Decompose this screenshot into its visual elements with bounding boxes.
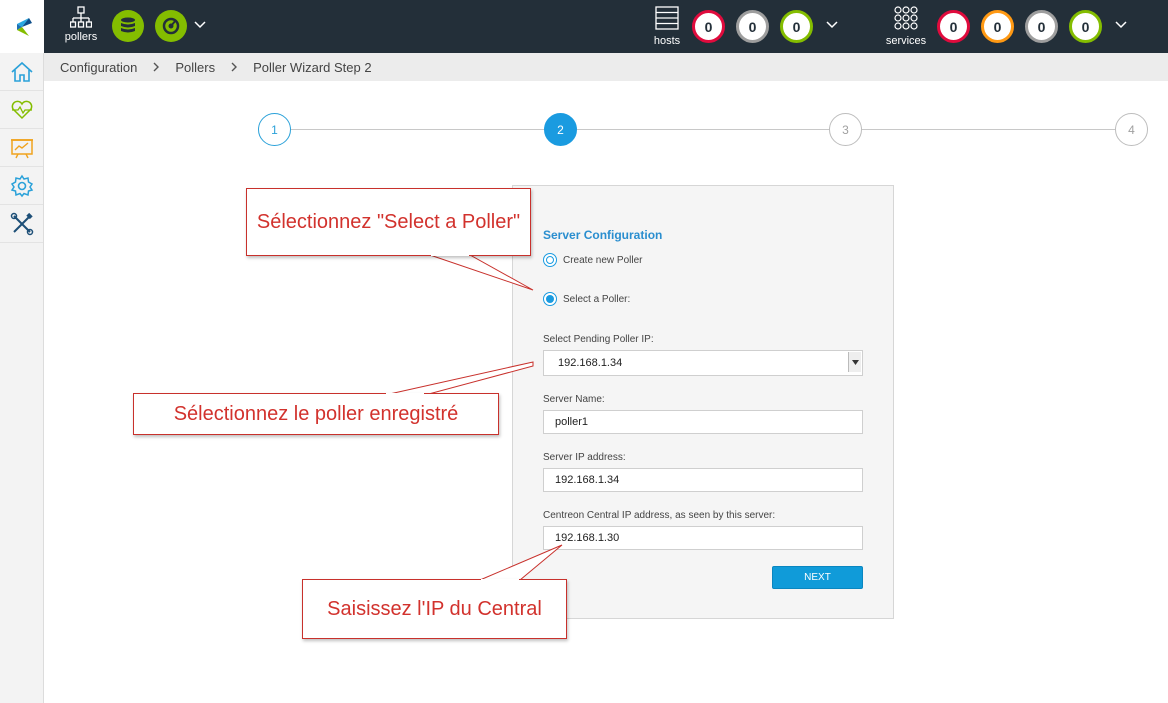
step-connector	[862, 129, 1116, 130]
reporting-icon	[10, 138, 33, 158]
pollers-label: pollers	[64, 31, 98, 43]
monitoring-icon	[11, 100, 32, 119]
radio-create-label: Create new Poller	[563, 254, 643, 266]
home-icon	[10, 61, 33, 82]
sidebar	[0, 53, 44, 703]
breadcrumb: Configuration Pollers Poller Wizard Step…	[44, 53, 1168, 81]
radio-create-new-poller[interactable]: Create new Poller	[543, 253, 642, 267]
wizard-step-4: 4	[1115, 113, 1148, 146]
server-ip-label: Server IP address:	[543, 452, 626, 463]
chevron-right-icon	[231, 62, 238, 72]
callout-select-a-poller: Sélectionnez "Select a Poller"	[246, 188, 531, 256]
wizard-step-2: 2	[544, 113, 577, 146]
server-ip-input[interactable]: 192.168.1.34	[543, 468, 863, 492]
pointer-registered	[384, 361, 534, 396]
server-name-label: Server Name:	[543, 394, 605, 405]
centreon-logo-icon	[17, 17, 32, 36]
server-name-input[interactable]: poller1	[543, 410, 863, 434]
hosts-down-counter[interactable]: 0	[692, 10, 725, 43]
database-button[interactable]	[112, 10, 144, 42]
pending-poller-select[interactable]: 192.168.1.34	[543, 350, 863, 376]
administration-icon	[10, 212, 33, 235]
sidebar-item-home[interactable]	[0, 53, 43, 91]
wizard-step-1: 1	[258, 113, 291, 146]
radio-select-label: Select a Poller:	[563, 293, 631, 305]
database-icon	[121, 17, 135, 33]
wizard-step-3: 3	[829, 113, 862, 146]
services-menu[interactable]: services	[886, 6, 926, 48]
callout-enter-central-ip: Saisissez l'IP du Central	[302, 579, 567, 639]
step-connector	[290, 129, 545, 130]
services-icon	[894, 6, 918, 30]
radio-button[interactable]	[543, 253, 557, 267]
services-ok-counter[interactable]: 0	[1069, 10, 1102, 43]
services-warning-counter[interactable]: 0	[981, 10, 1014, 43]
breadcrumb-current: Poller Wizard Step 2	[253, 59, 372, 75]
chevron-down-icon[interactable]	[193, 18, 207, 32]
chevron-right-icon	[153, 62, 160, 72]
sidebar-item-reporting[interactable]	[0, 129, 43, 167]
hosts-label: hosts	[653, 35, 681, 47]
sidebar-item-monitoring[interactable]	[0, 91, 43, 129]
pending-poller-label: Select Pending Poller IP:	[543, 334, 654, 345]
services-chevron-down-icon[interactable]	[1114, 18, 1128, 32]
services-critical-counter[interactable]: 0	[937, 10, 970, 43]
sidebar-item-configuration[interactable]	[0, 167, 43, 205]
pollers-icon	[70, 6, 92, 28]
latency-button[interactable]	[155, 10, 187, 42]
hosts-chevron-down-icon[interactable]	[825, 18, 839, 32]
top-bar: pollers hosts 0 0 0 services 0 0 0 0	[0, 0, 1168, 53]
pending-poller-value: 192.168.1.34	[558, 357, 623, 369]
services-unknown-counter[interactable]: 0	[1025, 10, 1058, 43]
central-ip-label: Centreon Central IP address, as seen by …	[543, 510, 776, 521]
services-label: services	[885, 35, 927, 47]
form-title: Server Configuration	[543, 228, 663, 242]
hosts-icon	[655, 6, 679, 30]
select-arrow-icon[interactable]	[848, 352, 861, 372]
pollers-menu[interactable]: pollers	[62, 6, 100, 48]
breadcrumb-configuration[interactable]: Configuration	[60, 60, 137, 75]
server-configuration-form: Server Configuration Create new Poller S…	[512, 185, 894, 619]
central-ip-input[interactable]: 192.168.1.30	[543, 526, 863, 550]
callout-select-registered-poller: Sélectionnez le poller enregistré	[133, 393, 499, 435]
next-button[interactable]: NEXT	[772, 566, 863, 589]
step-connector	[577, 129, 830, 130]
hosts-up-counter[interactable]: 0	[780, 10, 813, 43]
radio-select-a-poller[interactable]: Select a Poller:	[543, 292, 630, 306]
sidebar-item-administration[interactable]	[0, 205, 43, 243]
centreon-logo[interactable]	[0, 0, 44, 53]
hosts-menu[interactable]: hosts	[652, 6, 682, 48]
latency-icon	[162, 17, 180, 35]
configuration-icon	[10, 174, 33, 197]
hosts-unreachable-counter[interactable]: 0	[736, 10, 769, 43]
breadcrumb-pollers[interactable]: Pollers	[175, 60, 215, 75]
radio-button-checked[interactable]	[543, 292, 557, 306]
